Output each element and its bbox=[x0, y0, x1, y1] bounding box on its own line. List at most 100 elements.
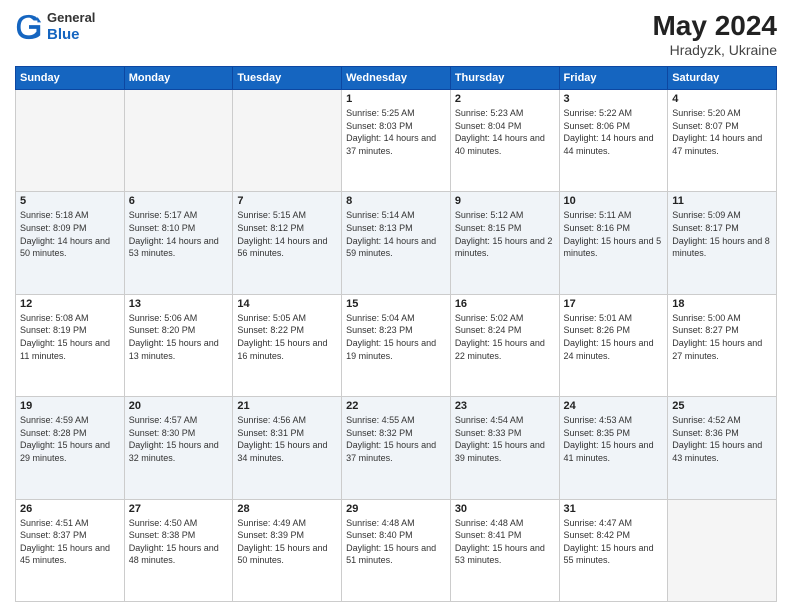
calendar-cell: 19 Sunrise: 4:59 AMSunset: 8:28 PMDayligh… bbox=[16, 397, 125, 499]
calendar-cell: 28Sunrise: 4:49 AMSunset: 8:39 PMDayligh… bbox=[233, 499, 342, 601]
calendar-cell: 14 Sunrise: 5:05 AMSunset: 8:22 PMDayligh… bbox=[233, 294, 342, 396]
calendar-cell: 29 Sunrise: 4:48 AMSunset: 8:40 PMDayligh… bbox=[342, 499, 451, 601]
day-number: 25 bbox=[672, 400, 772, 412]
day-info: Sunrise: 4:56 AMSunset: 8:31 PMDaylight:… bbox=[237, 414, 337, 464]
calendar-table: SundayMondayTuesdayWednesdayThursdayFrid… bbox=[15, 66, 777, 602]
day-info: Sunrise: 4:52 AMSunset: 8:36 PMDaylight:… bbox=[672, 414, 772, 464]
calendar-cell: 20 Sunrise: 4:57 AMSunset: 8:30 PMDayligh… bbox=[124, 397, 233, 499]
calendar-cell bbox=[124, 90, 233, 192]
day-number: 24 bbox=[564, 400, 664, 412]
day-number: 4 bbox=[672, 93, 772, 105]
day-info: Sunrise: 5:08 AMSunset: 8:19 PMDaylight:… bbox=[20, 312, 120, 362]
day-number: 16 bbox=[455, 298, 555, 310]
calendar-cell: 23 Sunrise: 4:54 AMSunset: 8:33 PMDayligh… bbox=[450, 397, 559, 499]
day-info: Sunrise: 5:12 AMSunset: 8:15 PMDaylight:… bbox=[455, 209, 555, 259]
weekday-header-saturday: Saturday bbox=[668, 67, 777, 90]
day-number: 11 bbox=[672, 195, 772, 207]
day-info: Sunrise: 4:48 AMSunset: 8:40 PMDaylight:… bbox=[346, 517, 446, 567]
day-number: 8 bbox=[346, 195, 446, 207]
day-info: Sunrise: 5:22 AMSunset: 8:06 PMDaylight:… bbox=[564, 107, 664, 157]
day-info: Sunrise: 5:20 AMSunset: 8:07 PMDaylight:… bbox=[672, 107, 772, 157]
calendar-cell: 6 Sunrise: 5:17 AMSunset: 8:10 PMDaylight… bbox=[124, 192, 233, 294]
day-info: Sunrise: 5:02 AMSunset: 8:24 PMDaylight:… bbox=[455, 312, 555, 362]
calendar-cell: 24 Sunrise: 4:53 AMSunset: 8:35 PMDayligh… bbox=[559, 397, 668, 499]
day-info: Sunrise: 4:53 AMSunset: 8:35 PMDaylight:… bbox=[564, 414, 664, 464]
week-row-2: 5 Sunrise: 5:18 AMSunset: 8:09 PMDaylight… bbox=[16, 192, 777, 294]
weekday-header-friday: Friday bbox=[559, 67, 668, 90]
day-info: Sunrise: 4:49 AMSunset: 8:39 PMDaylight:… bbox=[237, 517, 337, 567]
day-info: Sunrise: 4:48 AMSunset: 8:41 PMDaylight:… bbox=[455, 517, 555, 567]
day-info: Sunrise: 5:14 AMSunset: 8:13 PMDaylight:… bbox=[346, 209, 446, 259]
day-info: Sunrise: 5:09 AMSunset: 8:17 PMDaylight:… bbox=[672, 209, 772, 259]
day-number: 7 bbox=[237, 195, 337, 207]
calendar-cell: 9Sunrise: 5:12 AMSunset: 8:15 PMDaylight… bbox=[450, 192, 559, 294]
day-number: 14 bbox=[237, 298, 337, 310]
calendar-cell bbox=[233, 90, 342, 192]
logo-icon bbox=[15, 13, 43, 41]
week-row-1: 1Sunrise: 5:25 AMSunset: 8:03 PMDaylight… bbox=[16, 90, 777, 192]
day-info: Sunrise: 5:05 AMSunset: 8:22 PMDaylight:… bbox=[237, 312, 337, 362]
day-number: 2 bbox=[455, 93, 555, 105]
day-info: Sunrise: 4:47 AMSunset: 8:42 PMDaylight:… bbox=[564, 517, 664, 567]
calendar-cell: 27 Sunrise: 4:50 AMSunset: 8:38 PMDayligh… bbox=[124, 499, 233, 601]
calendar-cell: 11 Sunrise: 5:09 AMSunset: 8:17 PMDayligh… bbox=[668, 192, 777, 294]
day-info: Sunrise: 5:01 AMSunset: 8:26 PMDaylight:… bbox=[564, 312, 664, 362]
calendar-cell: 2 Sunrise: 5:23 AMSunset: 8:04 PMDaylight… bbox=[450, 90, 559, 192]
day-info: Sunrise: 4:50 AMSunset: 8:38 PMDaylight:… bbox=[129, 517, 229, 567]
calendar-cell: 30 Sunrise: 4:48 AMSunset: 8:41 PMDayligh… bbox=[450, 499, 559, 601]
day-number: 12 bbox=[20, 298, 120, 310]
day-number: 5 bbox=[20, 195, 120, 207]
logo-general: General bbox=[47, 10, 95, 25]
day-number: 20 bbox=[129, 400, 229, 412]
calendar-cell: 1Sunrise: 5:25 AMSunset: 8:03 PMDaylight… bbox=[342, 90, 451, 192]
day-info: Sunrise: 5:11 AMSunset: 8:16 PMDaylight:… bbox=[564, 209, 664, 259]
weekday-header-row: SundayMondayTuesdayWednesdayThursdayFrid… bbox=[16, 67, 777, 90]
day-number: 18 bbox=[672, 298, 772, 310]
calendar-cell: 21Sunrise: 4:56 AMSunset: 8:31 PMDayligh… bbox=[233, 397, 342, 499]
day-info: Sunrise: 4:55 AMSunset: 8:32 PMDaylight:… bbox=[346, 414, 446, 464]
day-number: 26 bbox=[20, 503, 120, 515]
day-info: Sunrise: 4:54 AMSunset: 8:33 PMDaylight:… bbox=[455, 414, 555, 464]
week-row-3: 12 Sunrise: 5:08 AMSunset: 8:19 PMDayligh… bbox=[16, 294, 777, 396]
weekday-header-sunday: Sunday bbox=[16, 67, 125, 90]
calendar-cell: 5 Sunrise: 5:18 AMSunset: 8:09 PMDaylight… bbox=[16, 192, 125, 294]
day-info: Sunrise: 4:59 AMSunset: 8:28 PMDaylight:… bbox=[20, 414, 120, 464]
calendar-cell: 26Sunrise: 4:51 AMSunset: 8:37 PMDayligh… bbox=[16, 499, 125, 601]
title-block: May 2024 Hradyzk, Ukraine bbox=[652, 10, 777, 58]
logo-text: General Blue bbox=[47, 10, 95, 44]
day-number: 22 bbox=[346, 400, 446, 412]
day-number: 13 bbox=[129, 298, 229, 310]
calendar-cell: 7 Sunrise: 5:15 AMSunset: 8:12 PMDaylight… bbox=[233, 192, 342, 294]
day-info: Sunrise: 5:04 AMSunset: 8:23 PMDaylight:… bbox=[346, 312, 446, 362]
day-number: 15 bbox=[346, 298, 446, 310]
weekday-header-tuesday: Tuesday bbox=[233, 67, 342, 90]
day-info: Sunrise: 5:06 AMSunset: 8:20 PMDaylight:… bbox=[129, 312, 229, 362]
calendar-cell: 8 Sunrise: 5:14 AMSunset: 8:13 PMDaylight… bbox=[342, 192, 451, 294]
calendar-cell: 17 Sunrise: 5:01 AMSunset: 8:26 PMDayligh… bbox=[559, 294, 668, 396]
day-info: Sunrise: 5:15 AMSunset: 8:12 PMDaylight:… bbox=[237, 209, 337, 259]
day-number: 19 bbox=[20, 400, 120, 412]
day-number: 1 bbox=[346, 93, 446, 105]
weekday-header-monday: Monday bbox=[124, 67, 233, 90]
day-number: 30 bbox=[455, 503, 555, 515]
calendar-cell: 13 Sunrise: 5:06 AMSunset: 8:20 PMDayligh… bbox=[124, 294, 233, 396]
calendar-cell: 12 Sunrise: 5:08 AMSunset: 8:19 PMDayligh… bbox=[16, 294, 125, 396]
day-info: Sunrise: 5:23 AMSunset: 8:04 PMDaylight:… bbox=[455, 107, 555, 157]
day-number: 31 bbox=[564, 503, 664, 515]
day-info: Sunrise: 5:18 AMSunset: 8:09 PMDaylight:… bbox=[20, 209, 120, 259]
day-info: Sunrise: 5:17 AMSunset: 8:10 PMDaylight:… bbox=[129, 209, 229, 259]
calendar-cell: 10Sunrise: 5:11 AMSunset: 8:16 PMDayligh… bbox=[559, 192, 668, 294]
header: General Blue May 2024 Hradyzk, Ukraine bbox=[15, 10, 777, 58]
day-number: 3 bbox=[564, 93, 664, 105]
day-info: Sunrise: 5:00 AMSunset: 8:27 PMDaylight:… bbox=[672, 312, 772, 362]
day-number: 29 bbox=[346, 503, 446, 515]
calendar-cell: 16 Sunrise: 5:02 AMSunset: 8:24 PMDayligh… bbox=[450, 294, 559, 396]
day-info: Sunrise: 4:57 AMSunset: 8:30 PMDaylight:… bbox=[129, 414, 229, 464]
day-number: 23 bbox=[455, 400, 555, 412]
day-number: 27 bbox=[129, 503, 229, 515]
weekday-header-wednesday: Wednesday bbox=[342, 67, 451, 90]
day-number: 6 bbox=[129, 195, 229, 207]
day-number: 17 bbox=[564, 298, 664, 310]
calendar-cell: 22 Sunrise: 4:55 AMSunset: 8:32 PMDayligh… bbox=[342, 397, 451, 499]
page: General Blue May 2024 Hradyzk, Ukraine S… bbox=[0, 0, 792, 612]
